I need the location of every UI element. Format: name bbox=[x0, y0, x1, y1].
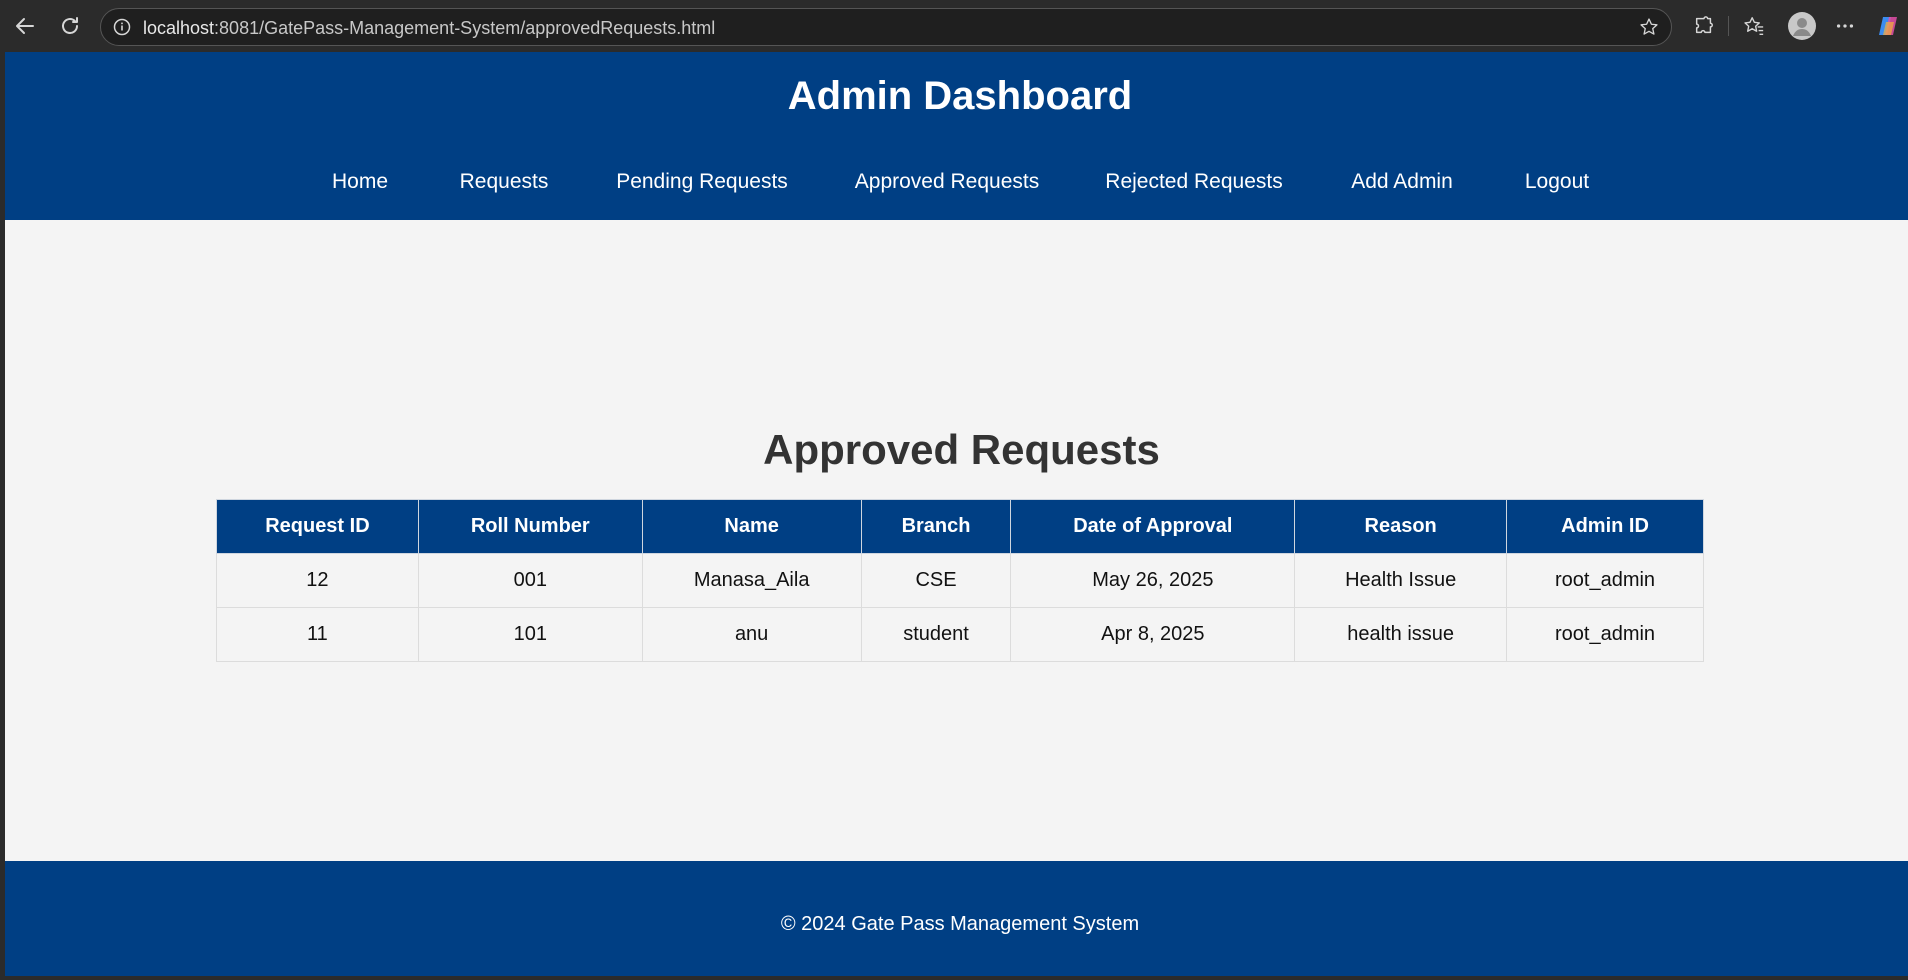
table-cell: root_admin bbox=[1506, 607, 1704, 662]
nav-rejected-requests-link[interactable]: Rejected Requests bbox=[1105, 170, 1282, 194]
nav-home-link[interactable]: Home bbox=[332, 170, 388, 194]
toolbar-divider bbox=[1728, 16, 1729, 36]
table-cell: student bbox=[860, 607, 1012, 662]
column-header: Roll Number bbox=[417, 499, 643, 554]
url-host: localhost bbox=[143, 18, 215, 38]
page-viewport: Admin Dashboard Home Requests Pending Re… bbox=[5, 52, 1908, 976]
main-nav: Home Requests Pending Requests Approved … bbox=[5, 170, 1908, 200]
dashboard-header: Admin Dashboard Home Requests Pending Re… bbox=[5, 52, 1908, 220]
url-path: :8081/GatePass-Management-System/approve… bbox=[214, 18, 716, 38]
table-row: 12 001 Manasa_Aila CSE May 26, 2025 Heal… bbox=[216, 553, 1704, 608]
nav-approved-requests-link[interactable]: Approved Requests bbox=[855, 170, 1039, 194]
table-cell: 12 bbox=[216, 553, 419, 608]
page-title: Approved Requests bbox=[763, 426, 1160, 473]
address-bar[interactable]: localhost:8081/GatePass-Management-Syste… bbox=[100, 8, 1672, 46]
table-cell: 101 bbox=[417, 607, 643, 662]
browser-toolbar: localhost:8081/GatePass-Management-Syste… bbox=[0, 0, 1908, 52]
dashboard-title: Admin Dashboard bbox=[787, 74, 1133, 118]
approved-requests-table: Request ID Roll Number Name Branch Date … bbox=[216, 499, 1704, 662]
column-header: Admin ID bbox=[1506, 499, 1704, 554]
profile-avatar-icon[interactable] bbox=[1787, 11, 1817, 41]
table-row: 11 101 anu student Apr 8, 2025 health is… bbox=[216, 607, 1704, 662]
column-header: Branch bbox=[860, 499, 1012, 554]
favorite-star-icon[interactable] bbox=[1639, 17, 1659, 37]
column-header: Reason bbox=[1294, 499, 1508, 554]
table-cell: 11 bbox=[216, 607, 419, 662]
column-header: Request ID bbox=[216, 499, 419, 554]
table-cell: May 26, 2025 bbox=[1010, 553, 1296, 608]
url-text: localhost:8081/GatePass-Management-Syste… bbox=[143, 18, 715, 39]
reload-icon[interactable] bbox=[57, 13, 83, 39]
table-cell: anu bbox=[641, 607, 862, 662]
table-cell: 001 bbox=[417, 553, 643, 608]
footer-copyright: © 2024 Gate Pass Management System bbox=[780, 913, 1140, 935]
back-arrow-icon[interactable] bbox=[12, 13, 38, 39]
table-cell: Apr 8, 2025 bbox=[1010, 607, 1296, 662]
column-header: Name bbox=[641, 499, 862, 554]
table-cell: Health Issue bbox=[1294, 553, 1508, 608]
nav-add-admin-link[interactable]: Add Admin bbox=[1351, 170, 1453, 194]
table-cell: Manasa_Aila bbox=[641, 553, 862, 608]
table-header-row: Request ID Roll Number Name Branch Date … bbox=[216, 499, 1704, 554]
favorites-icon[interactable] bbox=[1742, 14, 1766, 38]
page-footer: © 2024 Gate Pass Management System bbox=[5, 861, 1908, 976]
nav-logout-link[interactable]: Logout bbox=[1525, 170, 1589, 194]
column-header: Date of Approval bbox=[1010, 499, 1296, 554]
table-cell: health issue bbox=[1294, 607, 1508, 662]
more-options-icon[interactable] bbox=[1833, 14, 1857, 38]
table-cell: CSE bbox=[860, 553, 1012, 608]
extensions-puzzle-icon[interactable] bbox=[1692, 14, 1716, 38]
table-cell: root_admin bbox=[1506, 553, 1704, 608]
nav-requests-link[interactable]: Requests bbox=[460, 170, 549, 194]
site-info-icon[interactable] bbox=[113, 18, 131, 36]
nav-pending-requests-link[interactable]: Pending Requests bbox=[616, 170, 788, 194]
copilot-icon[interactable] bbox=[1876, 14, 1900, 38]
